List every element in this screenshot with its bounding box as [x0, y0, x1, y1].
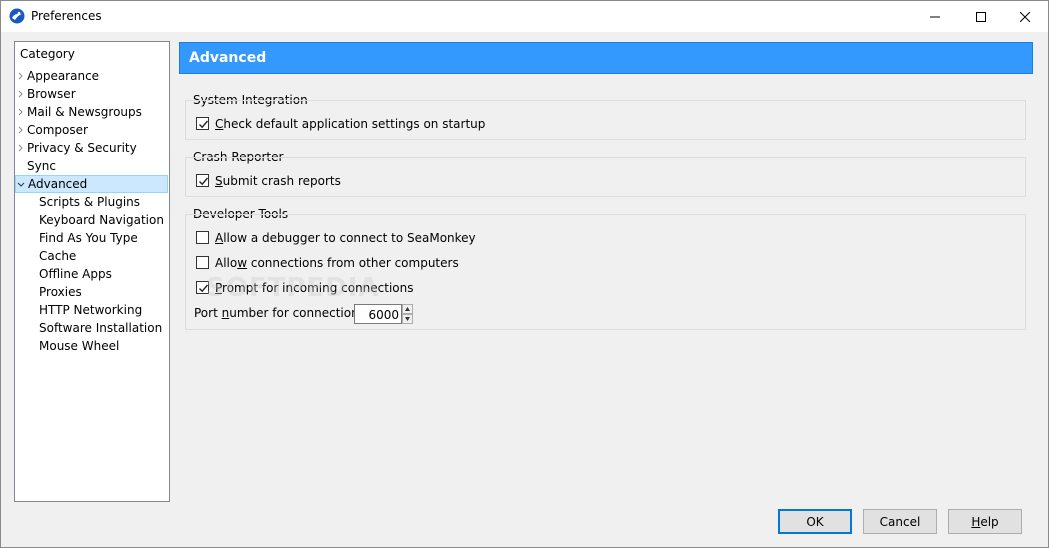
sidebar-item-find-as-you-type[interactable]: Find As You Type [15, 229, 165, 247]
minimize-icon [930, 16, 940, 17]
allow-debugger-checkbox[interactable] [196, 231, 209, 244]
sidebar-item-label: Privacy & Security [27, 141, 137, 155]
sidebar-item-mail-newsgroups[interactable]: Mail & Newsgroups [15, 103, 165, 121]
sidebar-item-label: Appearance [27, 69, 100, 83]
chevron-right-icon[interactable] [15, 103, 25, 121]
sidebar-item-label: Offline Apps [39, 267, 112, 281]
maximize-button[interactable] [958, 1, 1004, 32]
maximize-icon [976, 11, 986, 22]
minimize-button[interactable] [912, 1, 958, 32]
sidebar-item-label: HTTP Networking [39, 303, 143, 317]
ok-button[interactable]: OK [778, 509, 852, 534]
panel-title: Advanced [189, 50, 267, 66]
chevron-down-icon[interactable] [16, 176, 26, 194]
sidebar-item-label: Proxies [39, 285, 82, 299]
submit-crash-reports-checkbox[interactable] [196, 174, 209, 187]
help-button[interactable]: Help [948, 509, 1022, 534]
sidebar-item-http-networking[interactable]: HTTP Networking [15, 301, 165, 319]
checkmark-icon [199, 284, 209, 293]
sidebar-item-browser[interactable]: Browser [15, 85, 165, 103]
chevron-right-icon[interactable] [15, 121, 25, 139]
sidebar-item-label: Composer [27, 123, 88, 137]
spin-down-icon [405, 317, 410, 321]
prompt-incoming-checkbox[interactable] [196, 281, 209, 294]
title-bar: Preferences [1, 1, 1048, 32]
allow-remote-connections-label[interactable]: Allow connections from other computers [215, 256, 459, 270]
sidebar-item-label: Mouse Wheel [39, 339, 120, 353]
chevron-right-icon[interactable] [15, 139, 25, 157]
sidebar-item-label: Keyboard Navigation [39, 213, 164, 227]
sidebar-item-label: Scripts & Plugins [39, 195, 141, 209]
window-title: Preferences [31, 9, 102, 23]
port-decrement-button[interactable] [402, 314, 413, 324]
sidebar-item-advanced[interactable]: Advanced [15, 175, 168, 193]
close-button[interactable] [1002, 1, 1048, 32]
cancel-button[interactable]: Cancel [863, 509, 937, 534]
check-default-settings-checkbox[interactable] [196, 117, 209, 130]
sidebar-item-label: Find As You Type [39, 231, 138, 245]
category-header: Category [20, 47, 75, 61]
panel-header: Advanced [179, 42, 1033, 74]
submit-crash-reports-label[interactable]: Submit crash reports [215, 174, 341, 188]
sidebar-item-label: Browser [27, 87, 76, 101]
sidebar-item-composer[interactable]: Composer [15, 121, 165, 139]
sidebar-item-cache[interactable]: Cache [15, 247, 165, 265]
prompt-incoming-label[interactable]: Prompt for incoming connections [215, 281, 414, 295]
sidebar-item-software-installation[interactable]: Software Installation [15, 319, 165, 337]
allow-remote-connections-checkbox[interactable] [196, 256, 209, 269]
sidebar-item-keyboard-navigation[interactable]: Keyboard Navigation [15, 211, 165, 229]
sidebar-item-label: Sync [27, 159, 56, 173]
sidebar-item-label: Cache [39, 249, 77, 263]
checkmark-icon [199, 120, 209, 129]
check-default-settings-label[interactable]: Check default application settings on st… [215, 117, 485, 131]
checkmark-icon [199, 177, 209, 186]
sidebar-item-label: Software Installation [39, 321, 163, 335]
sidebar-item-sync[interactable]: Sync [15, 157, 165, 175]
sidebar-item-label: Advanced [28, 177, 88, 191]
port-number-input[interactable] [354, 304, 402, 324]
port-number-label: Port number for connection: [194, 306, 363, 320]
sidebar-item-label: Mail & Newsgroups [27, 105, 142, 119]
port-increment-button[interactable] [402, 304, 413, 314]
sidebar-item-scripts-plugins[interactable]: Scripts & Plugins [15, 193, 165, 211]
preferences-window: Preferences Category Appearance Browser Ma… [0, 0, 1049, 548]
sidebar-item-appearance[interactable]: Appearance [15, 67, 165, 85]
sidebar-item-proxies[interactable]: Proxies [15, 283, 165, 301]
spin-up-icon [405, 307, 410, 311]
seamonkey-app-icon [9, 8, 25, 24]
allow-debugger-label[interactable]: Allow a debugger to connect to SeaMonkey [215, 231, 476, 245]
sidebar-item-offline-apps[interactable]: Offline Apps [15, 265, 165, 283]
close-icon [1020, 11, 1030, 22]
chevron-right-icon[interactable] [15, 85, 25, 103]
chevron-right-icon[interactable] [15, 67, 25, 85]
sidebar-item-mouse-wheel[interactable]: Mouse Wheel [15, 337, 165, 355]
sidebar-item-privacy-security[interactable]: Privacy & Security [15, 139, 165, 157]
